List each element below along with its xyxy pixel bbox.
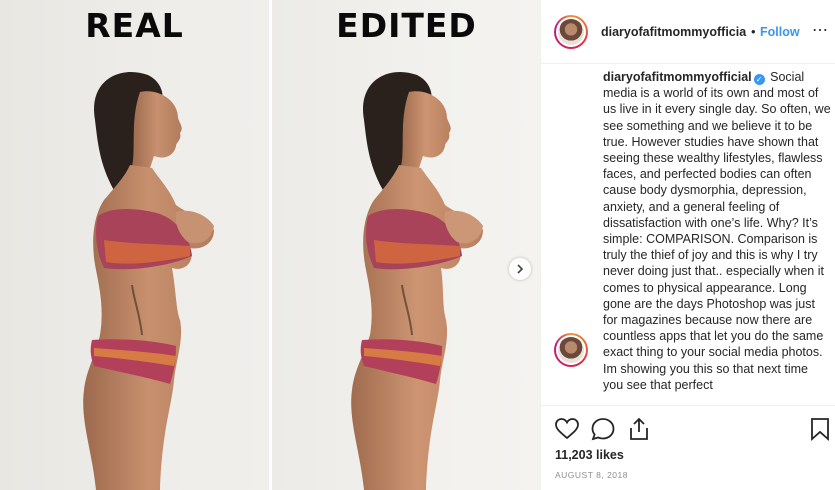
- header-username[interactable]: diaryofafitmommyofficia: [601, 25, 748, 39]
- likes-count[interactable]: 11,203 likes: [555, 448, 624, 462]
- post-header: diaryofafitmommyofficia • Follow ⋯: [541, 0, 835, 64]
- caption-scroll-area[interactable]: diaryofafitmommyofficial ✓ Social media i…: [541, 65, 835, 405]
- edited-photo: [351, 72, 483, 490]
- bookmark-icon[interactable]: [807, 416, 833, 442]
- chevron-right-icon[interactable]: [509, 258, 531, 280]
- avatar[interactable]: [554, 15, 588, 49]
- share-icon[interactable]: [626, 416, 652, 442]
- follow-button[interactable]: Follow: [760, 25, 800, 39]
- chevron-right-glyph: [517, 264, 524, 274]
- comment-icon[interactable]: [590, 416, 616, 442]
- post-sidebar: diaryofafitmommyofficia • Follow ⋯ diary…: [540, 0, 835, 490]
- post-media[interactable]: REAL EDITED: [0, 0, 540, 490]
- edited-label: EDITED: [336, 6, 477, 45]
- verified-badge-icon: ✓: [753, 74, 765, 85]
- post-date[interactable]: AUGUST 8, 2018: [555, 470, 628, 480]
- real-photo: [83, 72, 214, 490]
- edited-photo-panel: EDITED: [272, 0, 540, 490]
- real-label: REAL: [85, 6, 184, 45]
- caption-avatar[interactable]: [554, 333, 588, 367]
- action-bar: 11,203 likes AUGUST 8, 2018: [541, 405, 835, 490]
- heart-icon[interactable]: [554, 416, 580, 442]
- separator-dot: •: [751, 24, 756, 39]
- real-photo-panel: REAL: [0, 0, 269, 490]
- ellipsis-icon[interactable]: ⋯: [812, 20, 829, 40]
- caption: diaryofafitmommyofficial ✓ Social media i…: [603, 69, 831, 393]
- caption-username[interactable]: diaryofafitmommyofficial: [603, 70, 752, 84]
- caption-body: Social media is a world of its own and m…: [603, 70, 831, 392]
